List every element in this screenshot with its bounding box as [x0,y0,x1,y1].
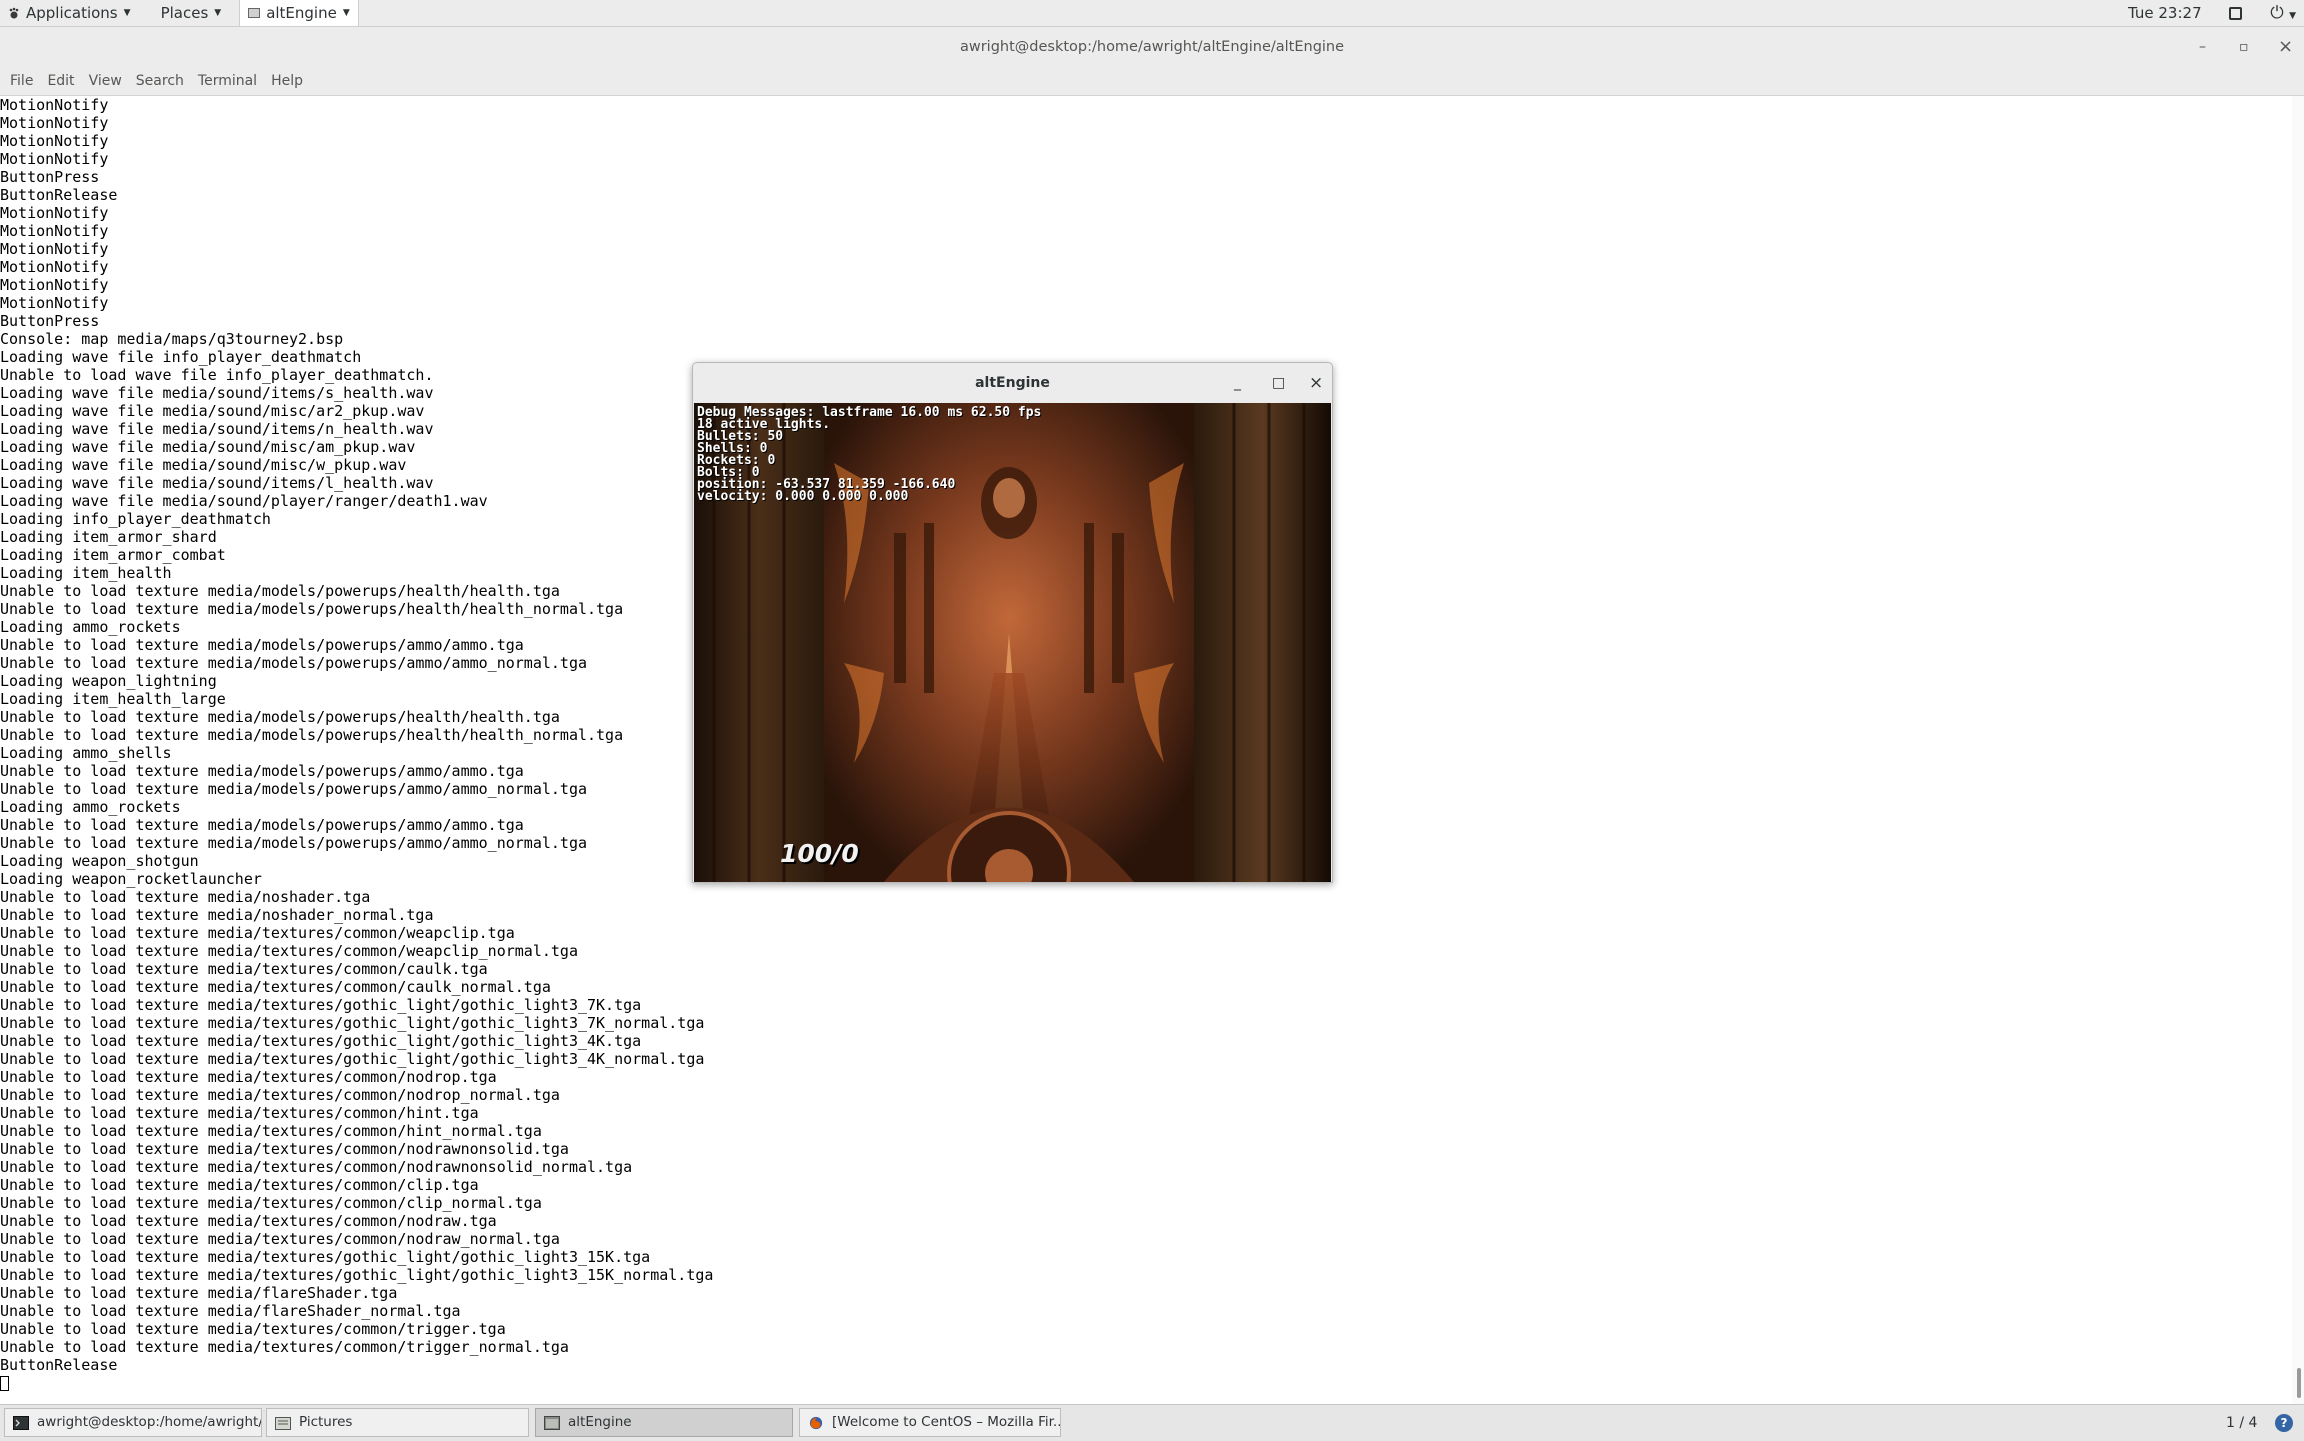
window-list-panel: awright@desktop:/home/awright/... Pictur… [0,1404,2304,1441]
terminal-line: MotionNotify [0,294,109,312]
altengine-window[interactable]: altEngine _ □ × Debug Messages: lastfram… [692,362,1333,883]
terminal-line: Unable to load texture media/textures/co… [0,1338,569,1356]
power-icon[interactable]: ⏻ ▼ [2270,3,2296,23]
menu-help[interactable]: Help [261,73,303,89]
terminal-line: ButtonRelease [0,1356,118,1374]
scrollbar-thumb[interactable] [2297,1368,2301,1398]
task-label: altEngine [568,1414,632,1430]
terminal-line: Unable to load texture media/textures/co… [0,1086,560,1104]
gnome-foot-icon [9,7,19,19]
task-label: awright@desktop:/home/awright/... [37,1414,262,1430]
terminal-line: Unable to load texture media/textures/co… [0,1176,479,1194]
menu-search[interactable]: Search [126,73,184,89]
folder-icon [275,1416,291,1430]
task-label: Pictures [299,1414,353,1430]
terminal-line: MotionNotify [0,240,109,258]
terminal-line: Unable to load texture media/textures/go… [0,1266,714,1284]
terminal-line: Unable to load texture media/textures/go… [0,1032,642,1050]
menu-edit[interactable]: Edit [37,73,74,89]
terminal-line: Unable to load texture media/flareShader… [0,1302,461,1320]
close-button[interactable]: × [1309,363,1323,403]
terminal-line: Unable to load texture media/textures/co… [0,1122,542,1140]
task-label: [Welcome to CentOS – Mozilla Fir... [832,1414,1061,1430]
chevron-down-icon: ▼ [214,8,222,18]
game-viewport[interactable]: Debug Messages: lastframe 16.00 ms 62.50… [694,403,1331,882]
terminal-line: MotionNotify [0,96,109,114]
terminal-line: Unable to load texture media/textures/go… [0,996,642,1014]
terminal-line: Unable to load texture media/textures/go… [0,1014,705,1032]
workspace-indicator[interactable]: 1 / 4 [2226,1405,2257,1441]
chevron-down-icon: ▼ [123,8,131,18]
applications-menu[interactable]: Applications ▼ [0,0,139,26]
terminal-line: MotionNotify [0,204,109,222]
clock[interactable]: Tue 23:27 [2128,0,2202,26]
text-cursor [0,1376,9,1391]
app-window-icon [248,8,261,18]
terminal-line: Unable to load texture media/textures/co… [0,1212,497,1230]
maximize-button[interactable]: □ [1272,363,1285,403]
terminal-scrollbar[interactable] [2292,96,2304,1404]
terminal-line: MotionNotify [0,132,109,150]
chevron-down-icon: ▼ [342,8,350,18]
firefox-icon [809,1416,823,1429]
terminal-line: Console: map media/maps/q3tourney2.bsp [0,330,344,348]
terminal-line: MotionNotify [0,114,109,132]
system-tray: ⏻ ▼ [2229,0,2296,26]
minimize-button[interactable]: _ [1234,363,1241,403]
terminal-line: ButtonPress [0,168,100,186]
hud-line: velocity: 0.000 0.000 0.000 [697,489,909,504]
task-pictures[interactable]: Pictures [266,1408,529,1437]
terminal-line: Unable to load texture media/flareShader… [0,1284,398,1302]
terminal-line: MotionNotify [0,258,109,276]
terminal-line: Unable to load texture media/textures/co… [0,942,578,960]
terminal-title: awright@desktop:/home/awright/altEngine/… [0,27,2304,67]
active-app-label: altEngine [266,4,337,22]
places-menu[interactable]: Places ▼ [153,0,230,26]
window-switch-icon[interactable] [2229,6,2243,20]
minimize-button[interactable]: – [2199,27,2206,67]
close-button[interactable]: × [2278,27,2293,67]
terminal-line: Unable to load texture media/textures/co… [0,1230,560,1248]
terminal-line: MotionNotify [0,222,109,240]
window-icon [544,1415,560,1430]
terminal-line: Unable to load texture media/textures/co… [0,1320,506,1338]
terminal-line: Unable to load texture media/noshader_no… [0,906,434,924]
terminal-line: Unable to load texture media/textures/go… [0,1050,705,1068]
terminal-line: Unable to load texture media/textures/co… [0,1068,497,1086]
terminal-line: Unable to load texture media/textures/go… [0,1248,651,1266]
terminal-icon [13,1415,29,1430]
menu-terminal[interactable]: Terminal [188,73,257,89]
terminal-line: Unable to load texture media/textures/co… [0,960,488,978]
task-altengine[interactable]: altEngine [535,1408,793,1437]
menu-file[interactable]: File [0,73,33,89]
terminal-line: MotionNotify [0,276,109,294]
places-label: Places [160,4,209,22]
terminal-line: Unable to load texture media/textures/co… [0,978,551,996]
task-terminal[interactable]: awright@desktop:/home/awright/... [4,1408,262,1437]
terminal-line: Unable to load texture media/textures/co… [0,1104,479,1122]
notification-icon[interactable]: ? [2275,1414,2293,1432]
applications-label: Applications [26,4,118,22]
active-app-menu[interactable]: altEngine ▼ [239,0,359,26]
terminal-line: Unable to load texture media/noshader.tg… [0,888,371,906]
health-armor-readout: 100/0 [780,839,859,868]
terminal-line: Unable to load texture media/textures/co… [0,1158,633,1176]
maximize-button[interactable]: ▫ [2239,27,2249,67]
terminal-menubar: File Edit View Search Terminal Help [0,67,2304,96]
terminal-line: Unable to load texture media/textures/co… [0,1140,569,1158]
terminal-line: ButtonPress [0,312,100,330]
prompt-line[interactable] [0,1374,2292,1392]
task-firefox[interactable]: [Welcome to CentOS – Mozilla Fir... [799,1408,1061,1437]
debug-hud: Debug Messages: lastframe 16.00 ms 62.50… [697,406,1041,504]
top-panel: Applications ▼ Places ▼ altEngine ▼ Tue … [0,0,2304,27]
terminal-line: Unable to load texture media/textures/co… [0,1194,542,1212]
menu-view[interactable]: View [79,73,122,89]
terminal-line: MotionNotify [0,150,109,168]
terminal-line: Unable to load texture media/textures/co… [0,924,515,942]
terminal-line: ButtonRelease [0,186,118,204]
